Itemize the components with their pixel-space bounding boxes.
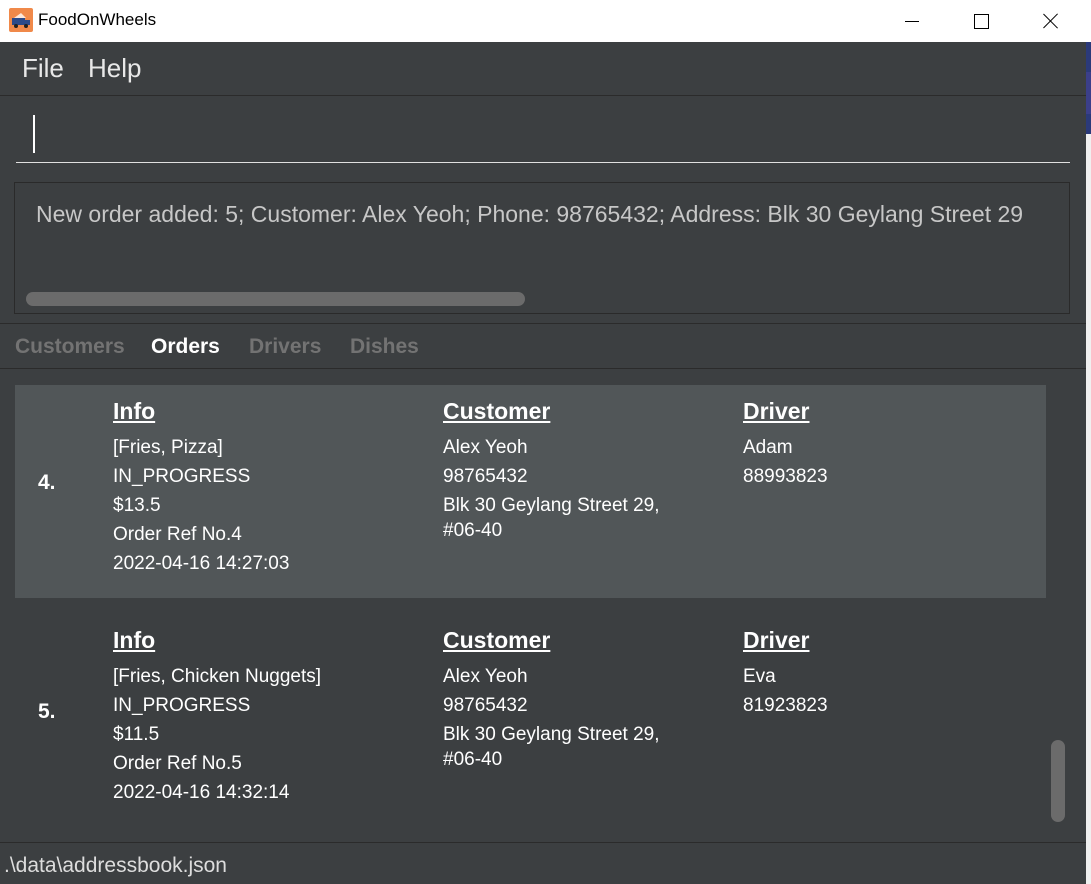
customer-phone: 98765432 [443, 695, 528, 716]
order-driver-column: Driver Adam 88993823 [743, 397, 828, 491]
command-input[interactable] [16, 111, 1070, 163]
command-box [0, 97, 1086, 177]
order-card[interactable]: 4. Info [Fries, Pizza] IN_PROGRESS $13.5… [15, 385, 1046, 598]
order-status: IN_PROGRESS [113, 466, 251, 487]
vertical-scrollbar[interactable] [1049, 370, 1067, 830]
order-dishes: [Fries, Pizza] [113, 437, 223, 458]
order-price: $13.5 [113, 495, 161, 516]
menu-help[interactable]: Help [88, 53, 141, 84]
tab-drivers[interactable]: Drivers [249, 335, 321, 359]
customer-name: Alex Yeoh [443, 437, 528, 458]
close-icon [1043, 13, 1059, 29]
tab-orders[interactable]: Orders [151, 335, 220, 359]
order-customer-column: Customer Alex Yeoh 98765432 Blk 30 Geyla… [443, 626, 683, 772]
customer-header: Customer [443, 627, 551, 653]
order-driver-column: Driver Eva 81923823 [743, 626, 828, 720]
customer-address: Blk 30 Geylang Street 29, #06-40 [443, 495, 660, 541]
maximize-button[interactable] [946, 0, 1016, 42]
order-dishes: [Fries, Chicken Nuggets] [113, 666, 322, 687]
customer-address: Blk 30 Geylang Street 29, #06-40 [443, 724, 660, 770]
driver-phone: 88993823 [743, 466, 828, 487]
order-index: 5. [38, 700, 56, 723]
result-message: New order added: 5; Customer: Alex Yeoh;… [36, 201, 1024, 227]
driver-header: Driver [743, 398, 810, 424]
info-header: Info [113, 627, 156, 653]
order-list: 4. Info [Fries, Pizza] IN_PROGRESS $13.5… [0, 370, 1086, 842]
tab-bar: Customers Orders Drivers Dishes [0, 323, 1086, 369]
customer-name: Alex Yeoh [443, 666, 528, 687]
scrollbar-thumb[interactable] [1051, 740, 1065, 822]
info-header: Info [113, 398, 156, 424]
status-bar: .\data\addressbook.json [0, 842, 1086, 884]
order-index: 4. [38, 471, 56, 494]
menu-bar: File Help [0, 42, 1086, 96]
order-ref: Order Ref No.5 [113, 753, 242, 774]
customer-header: Customer [443, 398, 551, 424]
order-price: $11.5 [113, 724, 160, 745]
driver-name: Eva [743, 666, 776, 687]
menu-file[interactable]: File [22, 53, 64, 84]
window-title: FoodOnWheels [38, 10, 157, 29]
text-caret [33, 115, 35, 153]
order-datetime: 2022-04-16 14:27:03 [113, 553, 290, 574]
order-customer-column: Customer Alex Yeoh 98765432 Blk 30 Geyla… [443, 397, 683, 543]
minimize-icon [905, 20, 919, 22]
maximize-icon [973, 13, 989, 29]
tab-dishes[interactable]: Dishes [350, 335, 419, 359]
driver-name: Adam [743, 437, 793, 458]
order-info-column: Info [Fries, Pizza] IN_PROGRESS $13.5 Or… [113, 397, 289, 578]
order-ref: Order Ref No.4 [113, 524, 242, 545]
driver-header: Driver [743, 627, 810, 653]
customer-phone: 98765432 [443, 466, 528, 487]
data-file-path: .\data\addressbook.json [4, 854, 227, 877]
horizontal-scrollbar[interactable] [26, 292, 525, 306]
title-bar: FoodOnWheels [0, 0, 1091, 42]
background-window-edge [1086, 42, 1091, 884]
result-display[interactable]: New order added: 5; Customer: Alex Yeoh;… [14, 182, 1070, 314]
close-button[interactable] [1016, 0, 1086, 42]
order-info-column: Info [Fries, Chicken Nuggets] IN_PROGRES… [113, 626, 321, 807]
driver-phone: 81923823 [743, 695, 828, 716]
food-truck-icon [9, 8, 33, 32]
minimize-button[interactable] [877, 0, 947, 42]
order-card[interactable]: 5. Info [Fries, Chicken Nuggets] IN_PROG… [15, 598, 1046, 811]
order-datetime: 2022-04-16 14:32:14 [113, 782, 290, 803]
tab-customers[interactable]: Customers [15, 335, 125, 359]
order-status: IN_PROGRESS [113, 695, 251, 716]
